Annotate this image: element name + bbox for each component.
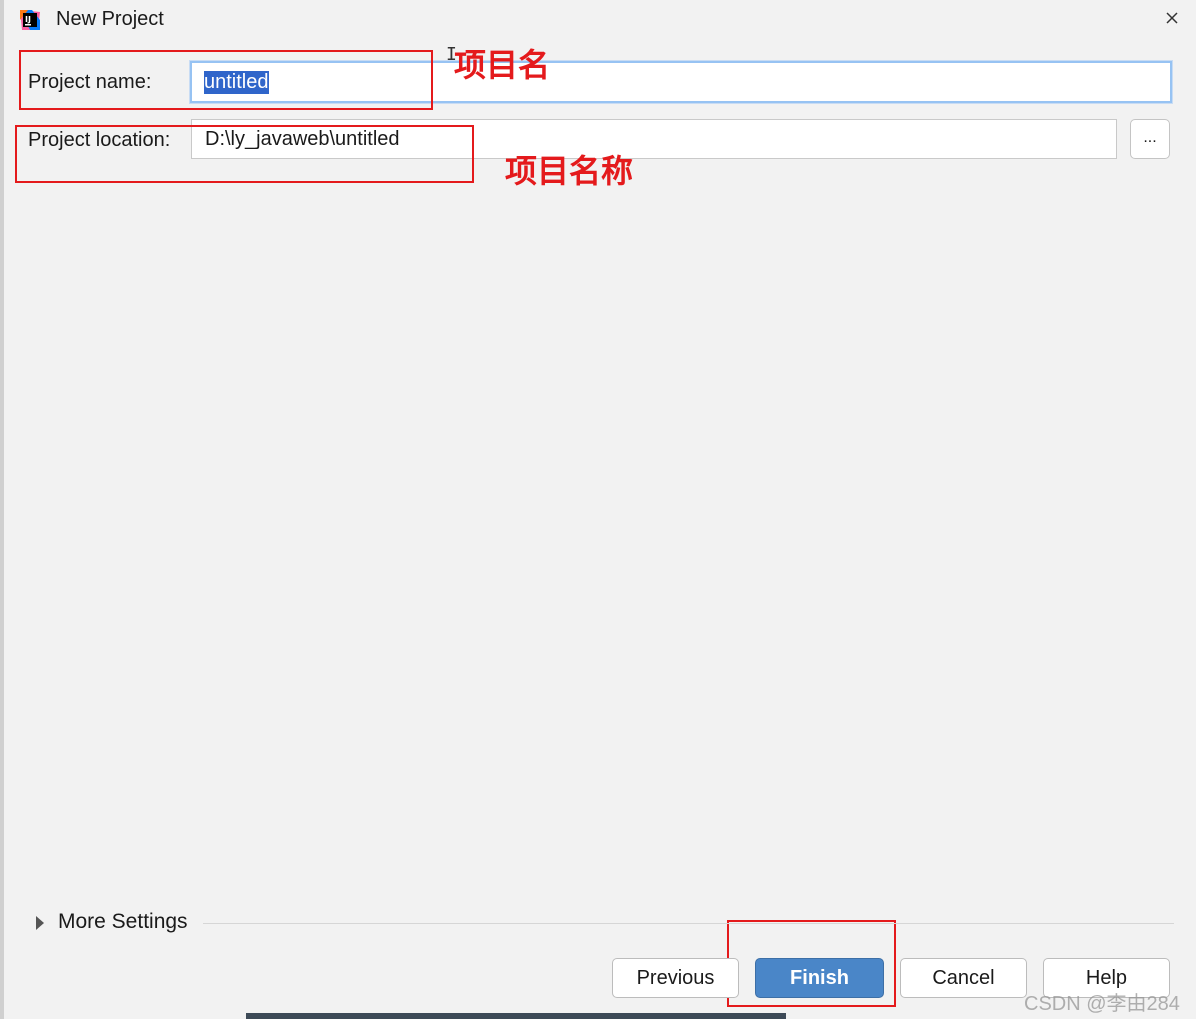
more-settings-divider [203,923,1174,924]
cancel-button[interactable]: Cancel [900,958,1027,998]
annotation-box-project-name [19,50,433,110]
left-window-edge [0,0,4,1019]
window-title: New Project [56,8,164,30]
svg-text:IJ: IJ [25,15,31,24]
more-settings-label: More Settings [58,910,188,933]
annotation-box-project-location [15,125,474,183]
close-icon[interactable] [1159,4,1187,32]
expand-triangle-icon [36,916,44,930]
intellij-idea-icon: IJ [20,10,40,30]
annotation-project-name-text: 项目名 [454,46,551,84]
annotation-project-location-text: 项目名称 [505,152,634,190]
browse-location-button[interactable]: ... [1130,119,1170,159]
title-bar: IJ New Project [4,0,1196,40]
watermark: CSDN @李由284 [1024,993,1180,1015]
previous-button[interactable]: Previous [612,958,739,998]
finish-button[interactable]: Finish [755,958,884,998]
background-window-strip [246,1013,786,1019]
